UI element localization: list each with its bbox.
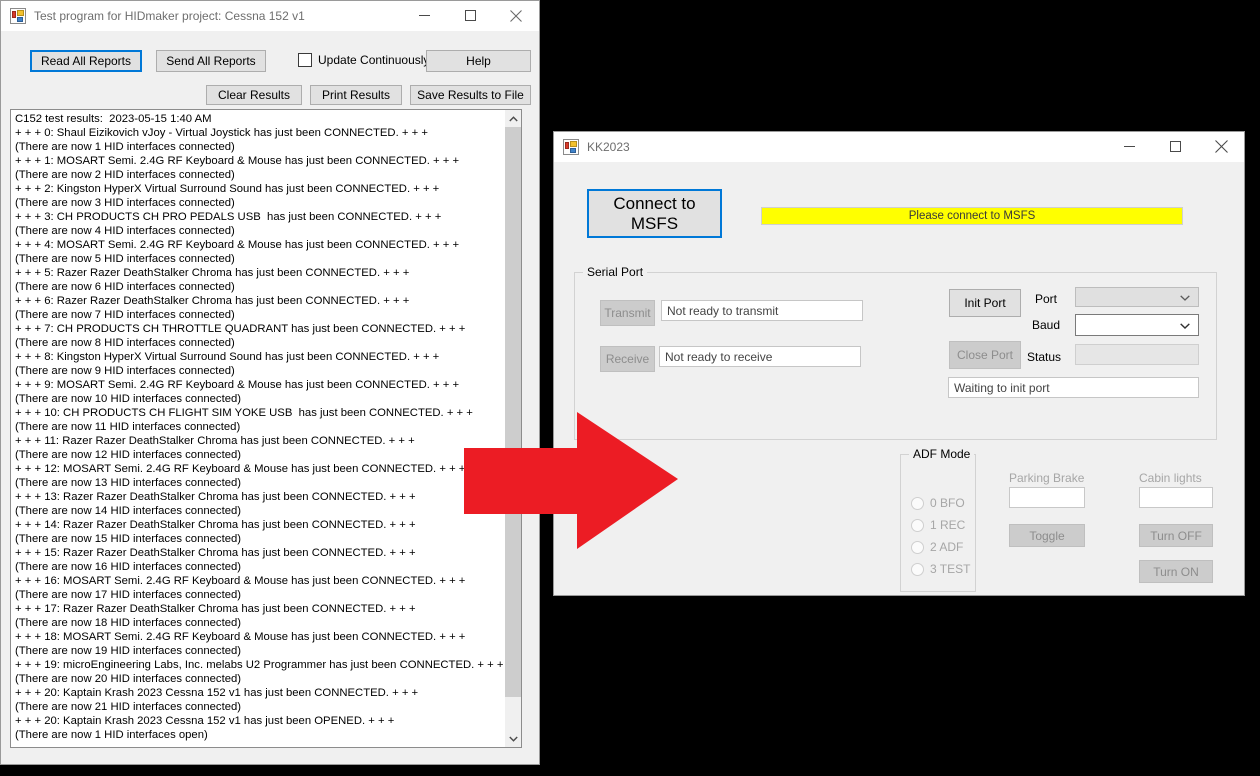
adf-mode-option-label: 1 REC xyxy=(930,518,966,532)
window-test-program: Test program for HIDmaker project: Cessn… xyxy=(0,0,540,765)
adf-mode-option-2[interactable]: 2 ADF xyxy=(911,540,963,554)
receive-status-field[interactable]: Not ready to receive xyxy=(659,346,861,367)
results-textarea[interactable]: C152 test results: 2023-05-15 1:40 AM + … xyxy=(10,109,522,748)
receive-button[interactable]: Receive xyxy=(600,346,655,372)
vb-form-icon xyxy=(10,7,26,24)
chevron-down-icon xyxy=(1180,316,1190,334)
titlebar-kk2023[interactable]: KK2023 xyxy=(554,132,1244,162)
close-icon[interactable] xyxy=(493,1,539,31)
titlebar-test-program[interactable]: Test program for HIDmaker project: Cessn… xyxy=(1,1,539,31)
cabin-lights-label: Cabin lights xyxy=(1139,471,1202,485)
status-label: Status xyxy=(1027,350,1062,364)
port-label: Port xyxy=(1035,292,1058,306)
adf-mode-option-3[interactable]: 3 TEST xyxy=(911,562,970,576)
adf-mode-groupbox: ADF Mode 0 BFO 1 REC 2 ADF 3 TEST xyxy=(900,447,976,592)
window-controls xyxy=(401,1,539,31)
minimize-icon[interactable] xyxy=(1106,132,1152,162)
results-text-content: C152 test results: 2023-05-15 1:40 AM + … xyxy=(15,113,504,741)
update-continuously-label: Update Continuously xyxy=(318,53,430,67)
checkbox-box[interactable] xyxy=(298,53,312,67)
minimize-icon[interactable] xyxy=(401,1,447,31)
help-button[interactable]: Help xyxy=(426,50,531,72)
transmit-status-field[interactable]: Not ready to transmit xyxy=(661,300,863,321)
scrollbar-thumb[interactable] xyxy=(504,127,521,697)
scrollbar-track[interactable] xyxy=(504,127,521,730)
adf-mode-option-label: 2 ADF xyxy=(930,540,964,554)
send-all-reports-button[interactable]: Send All Reports xyxy=(156,50,266,72)
window-kk2023: KK2023 Connect to MSFS Please connect to… xyxy=(553,131,1245,596)
transmit-button[interactable]: Transmit xyxy=(600,300,655,326)
results-scrollbar[interactable] xyxy=(504,110,521,747)
parking-brake-toggle-button[interactable]: Toggle xyxy=(1009,524,1085,547)
baud-select[interactable] xyxy=(1075,314,1199,336)
radio-circle-icon xyxy=(911,562,924,576)
radio-circle-icon xyxy=(911,518,924,532)
cabin-lights-field[interactable] xyxy=(1139,487,1213,508)
baud-label: Baud xyxy=(1032,318,1061,332)
port-select[interactable] xyxy=(1075,287,1199,307)
init-port-message-field[interactable]: Waiting to init port xyxy=(948,377,1199,398)
adf-mode-option-0[interactable]: 0 BFO xyxy=(911,496,965,510)
radio-circle-icon xyxy=(911,496,924,510)
cabin-lights-turn-off-button[interactable]: Turn OFF xyxy=(1139,524,1213,547)
adf-mode-option-label: 0 BFO xyxy=(930,496,965,510)
window-title: Test program for HIDmaker project: Cessn… xyxy=(34,8,305,23)
kk2023-client: Connect to MSFS Please connect to MSFS S… xyxy=(554,162,1244,595)
parking-brake-label: Parking Brake xyxy=(1009,471,1085,485)
test-program-client: Read All Reports Send All Reports Update… xyxy=(1,31,539,764)
update-continuously-checkbox[interactable]: Update Continuously xyxy=(298,53,429,67)
adf-mode-option-1[interactable]: 1 REC xyxy=(911,518,965,532)
radio-circle-icon xyxy=(911,540,924,554)
scroll-down-icon[interactable] xyxy=(505,730,522,747)
msfs-status-banner: Please connect to MSFS xyxy=(761,207,1183,225)
maximize-icon[interactable] xyxy=(1152,132,1198,162)
vb-form-icon xyxy=(563,138,579,155)
chevron-down-icon xyxy=(1180,288,1190,306)
serial-port-groupbox: Serial Port Transmit Not ready to transm… xyxy=(574,265,1217,440)
adf-mode-option-label: 3 TEST xyxy=(930,562,971,576)
parking-brake-field[interactable] xyxy=(1009,487,1085,508)
save-results-to-file-button[interactable]: Save Results to File xyxy=(410,85,531,105)
close-port-button[interactable]: Close Port xyxy=(949,341,1021,369)
window-controls xyxy=(1106,132,1244,162)
screen: Test program for HIDmaker project: Cessn… xyxy=(0,0,1260,776)
serial-status-field[interactable] xyxy=(1075,344,1199,365)
maximize-icon[interactable] xyxy=(447,1,493,31)
scroll-up-icon[interactable] xyxy=(505,110,522,127)
init-port-button[interactable]: Init Port xyxy=(949,289,1021,317)
clear-results-button[interactable]: Clear Results xyxy=(206,85,302,105)
cabin-lights-turn-on-button[interactable]: Turn ON xyxy=(1139,560,1213,583)
read-all-reports-button[interactable]: Read All Reports xyxy=(30,50,142,72)
connect-to-msfs-button[interactable]: Connect to MSFS xyxy=(587,189,722,238)
print-results-button[interactable]: Print Results xyxy=(310,85,402,105)
serial-port-group-title: Serial Port xyxy=(583,265,648,279)
window-title: KK2023 xyxy=(587,139,630,154)
close-icon[interactable] xyxy=(1198,132,1244,162)
adf-mode-group-title: ADF Mode xyxy=(909,447,975,461)
